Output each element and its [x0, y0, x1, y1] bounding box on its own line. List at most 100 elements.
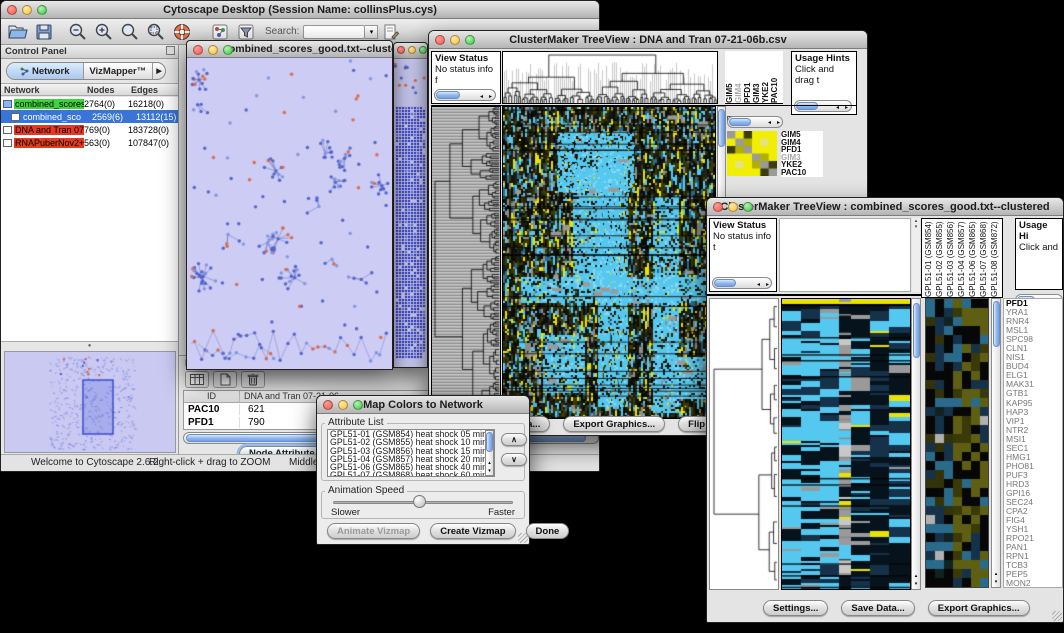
vscroll-thumb[interactable] [486, 432, 493, 452]
gene-label[interactable]: TCB3 [1006, 561, 1062, 570]
save-icon[interactable] [31, 21, 57, 43]
save-data-button[interactable]: Save Data... [841, 600, 914, 616]
gene-label[interactable]: FIG4 [1006, 516, 1062, 525]
zoom-button[interactable] [353, 400, 363, 410]
delete-attribute-icon[interactable] [241, 371, 265, 388]
tv1-row-dendrogram-canvas[interactable] [432, 107, 500, 418]
gene-label[interactable]: PAN1 [1006, 543, 1062, 552]
tv2-heatmap-canvas[interactable] [782, 299, 910, 589]
tv2-status-hscroll[interactable]: ◂ ▸ [712, 277, 772, 289]
network-canvas[interactable] [187, 58, 392, 369]
network-row[interactable]: combined_sco2569(6)13112(15) [1, 110, 178, 123]
attribute-item[interactable]: GPL51-03 (GSM856) heat shock 15 min [330, 447, 494, 455]
attribute-item[interactable]: GPL51-06 (GSM865) heat shock 40 min [330, 463, 494, 471]
attribute-item[interactable]: GPL51-01 (GSM854) heat shock 05 min [330, 430, 494, 438]
gene-label[interactable]: MAK31 [1006, 380, 1062, 389]
tv1-mini-toolbar-icons[interactable] [727, 108, 783, 114]
zoom-out-icon[interactable] [65, 21, 91, 43]
tv1-heatmap-canvas[interactable] [503, 107, 715, 418]
move-down-button[interactable]: ∨ [501, 453, 527, 466]
tv2-row-dendrogram[interactable] [709, 298, 779, 590]
network-row[interactable]: DNA and Tran 07769(0)183728(0) [1, 123, 178, 136]
tv1-heatmap[interactable] [502, 106, 716, 419]
tv1-status-hscroll[interactable]: ◂ ▸ [434, 89, 496, 101]
gene-label[interactable]: MON2 [1006, 579, 1062, 588]
vscroll-thumb[interactable] [718, 109, 725, 147]
scroll-left-arrow[interactable]: ◂ [768, 119, 771, 126]
gene-label[interactable]: HRD3 [1006, 480, 1062, 489]
minimize-button[interactable] [208, 45, 218, 55]
tab-overflow-arrow[interactable]: ▶ [152, 63, 165, 79]
animation-slider-thumb[interactable] [413, 495, 426, 508]
tv1-column-dendrogram[interactable] [502, 51, 718, 104]
minimize-button[interactable] [22, 5, 32, 15]
gene-label[interactable]: PEP5 [1006, 570, 1062, 579]
export-graphics-button[interactable]: Export Graphics... [928, 600, 1030, 616]
scroll-right-arrow[interactable]: ▸ [777, 119, 780, 126]
col-nodes[interactable]: Nodes [87, 85, 131, 95]
zoom-fit-icon[interactable] [117, 21, 143, 43]
tv1-detail-matrix[interactable] [727, 131, 777, 176]
done-button[interactable]: Done [526, 523, 570, 539]
scroll-down-arrow[interactable]: ▾ [912, 581, 920, 587]
gene-label[interactable]: BUD4 [1006, 362, 1062, 371]
gene-label[interactable]: RPN1 [1006, 552, 1062, 561]
minimize-button[interactable] [728, 202, 738, 212]
vscroll-thumb[interactable] [993, 301, 1000, 347]
close-button[interactable] [193, 45, 203, 55]
tv2-detail-vscrollbar[interactable]: ▴ ▾ [991, 298, 1001, 588]
close-button[interactable] [7, 5, 17, 15]
minimize-button[interactable] [450, 35, 460, 45]
gene-label[interactable]: NIS1 [1006, 353, 1062, 362]
attribute-list-vscroll[interactable]: ▴ ▾ [485, 430, 494, 476]
gene-label[interactable]: SEC24 [1006, 498, 1062, 507]
tab-network[interactable]: Network [7, 63, 83, 79]
map-dialog-titlebar[interactable]: Map Colors to Network [317, 396, 529, 414]
gene-label[interactable]: YSH1 [1006, 525, 1062, 534]
id-column-header[interactable]: ID [184, 391, 240, 402]
network-overview-panel[interactable] [4, 351, 176, 453]
float-panel-icon[interactable] [166, 46, 175, 55]
new-attribute-icon[interactable] [213, 371, 237, 388]
gene-label[interactable]: GTB1 [1006, 389, 1062, 398]
gene-label[interactable]: PFD1 [1006, 299, 1062, 308]
gene-label[interactable]: PHO81 [1006, 462, 1062, 471]
scroll-down-arrow[interactable]: ▾ [992, 579, 1000, 585]
scroll-up-arrow[interactable]: ▴ [992, 571, 1000, 577]
gene-label[interactable]: MSL1 [1006, 326, 1062, 335]
network-window-titlebar[interactable]: combined_scores_good.txt--cluste... [187, 41, 392, 58]
gene-label[interactable]: KAP95 [1006, 399, 1062, 408]
network-row[interactable]: RNAPuberNov2+563(0)107847(0) [1, 136, 178, 149]
network-canvas-2[interactable] [394, 59, 427, 367]
gene-label[interactable]: CLN1 [1006, 344, 1062, 353]
attribute-table-icon[interactable] [185, 371, 209, 388]
zoom-button[interactable] [465, 35, 475, 45]
gene-label[interactable]: HAP3 [1006, 408, 1062, 417]
gene-label[interactable]: HMG1 [1006, 453, 1062, 462]
gene-label[interactable]: SEC1 [1006, 444, 1062, 453]
col-edges[interactable]: Edges [131, 85, 158, 95]
search-dropdown-arrow[interactable]: ▾ [365, 25, 378, 39]
scroll-up-arrow[interactable]: ▴ [486, 460, 493, 466]
close-button[interactable] [713, 202, 723, 212]
gene-label[interactable]: NTR2 [1006, 426, 1062, 435]
tab-vizmapper[interactable]: VizMapper™ [83, 63, 153, 79]
gene-label[interactable]: ELG1 [1006, 371, 1062, 380]
treeview2-titlebar[interactable]: ClusterMaker TreeView : combined_scores_… [707, 198, 1063, 216]
col-network[interactable]: Network [1, 85, 87, 95]
scroll-down-arrow[interactable]: ▾ [486, 468, 493, 474]
tv2-detail-heatmap[interactable] [925, 298, 989, 588]
tv2-heatmap[interactable] [781, 298, 911, 590]
create-vizmap-button[interactable]: Create Vizmap [430, 523, 515, 539]
tv2-column-tree-area[interactable] [779, 218, 911, 292]
resize-grip[interactable] [1052, 611, 1062, 621]
gene-label[interactable]: MSI1 [1006, 435, 1062, 444]
settings-button[interactable]: Settings... [763, 600, 828, 616]
close-button[interactable] [397, 46, 405, 54]
search-input[interactable] [303, 25, 365, 39]
zoom-in-icon[interactable] [91, 21, 117, 43]
tv2-vscrollbar[interactable]: ▴ ▾ [911, 298, 921, 590]
close-button[interactable] [323, 400, 333, 410]
tv1-detail-hscroll[interactable]: ◂ ▸ [727, 116, 783, 128]
network-overview-canvas[interactable] [5, 352, 175, 452]
